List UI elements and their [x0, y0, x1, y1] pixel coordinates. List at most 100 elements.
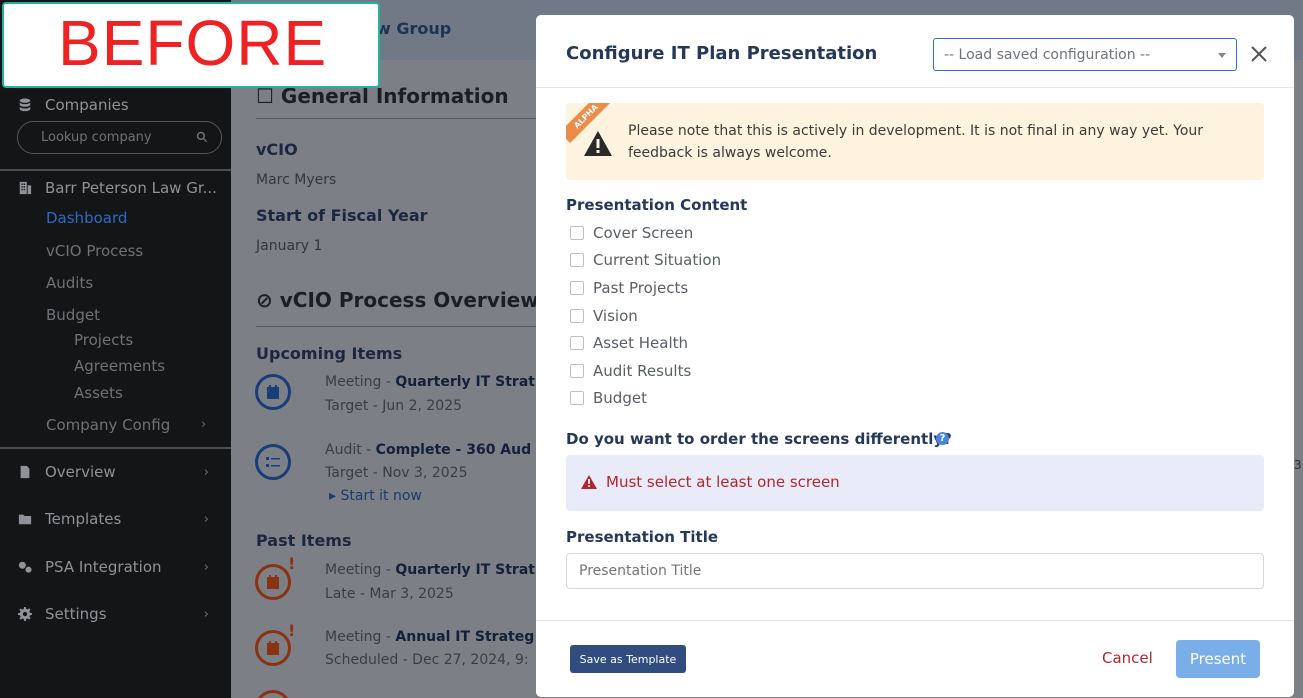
checkbox[interactable] [570, 226, 584, 240]
order-screens-question: Do you want to order the screens differe… [566, 430, 952, 448]
item-type: Meeting - [325, 374, 396, 390]
sidebar-link-projects[interactable]: Projects [74, 331, 133, 349]
vcio-overview-title: vCIO Process Overview [279, 288, 539, 312]
checkbox-label: Audit Results [593, 362, 692, 380]
modal-header: Configure IT Plan Presentation -- Load s… [536, 15, 1294, 88]
warning-icon [581, 475, 597, 489]
sidebar-section-psa-integration[interactable]: PSA Integration › [0, 555, 231, 579]
presentation-title-label: Presentation Title [566, 528, 719, 546]
divider [256, 326, 546, 327]
sidebar-link-audits[interactable]: Audits [46, 274, 93, 292]
item-type: Meeting - [325, 629, 396, 645]
item-type: Meeting - [325, 562, 396, 578]
checkbox[interactable] [570, 281, 584, 295]
checkbox[interactable] [570, 253, 584, 267]
sidebar-companies[interactable]: Companies [0, 93, 231, 117]
present-button[interactable]: Present [1176, 640, 1260, 678]
past-items-heading: Past Items [256, 531, 352, 550]
checkbox-audit-results[interactable]: Audit Results [570, 362, 691, 380]
exclamation-icon: ! [288, 621, 296, 640]
checkbox-budget[interactable]: Budget [570, 389, 647, 407]
chevron-right-icon: › [203, 511, 209, 527]
checkbox[interactable] [570, 391, 584, 405]
close-icon[interactable] [1248, 43, 1270, 65]
chevron-right-icon: › [201, 417, 207, 432]
start-it-now-label: Start it now [340, 488, 422, 504]
item-name: Quarterly IT Strat [395, 374, 535, 390]
sidebar-section-templates[interactable]: Templates › [0, 507, 231, 531]
sidebar-link-assets[interactable]: Assets [74, 384, 123, 402]
play-icon: ▸ [329, 488, 341, 504]
checkbox-label: Vision [593, 307, 638, 325]
checkbox-vision[interactable]: Vision [570, 307, 638, 325]
company-lookup-input[interactable]: Lookup company [17, 121, 222, 154]
checkbox[interactable] [570, 309, 584, 323]
item-date: Late - Mar 3, 2025 [325, 586, 454, 602]
vcio-value: Marc Myers [256, 172, 337, 188]
fiscal-year-label: Start of Fiscal Year [256, 206, 428, 225]
sidebar-section-label: Overview [45, 463, 116, 481]
checklist-icon [255, 444, 291, 480]
item-type: Audit - [325, 442, 376, 458]
item-name: Complete - 360 Aud [375, 442, 532, 458]
compass-icon: ⊘ [256, 288, 280, 312]
modal-title: Configure IT Plan Presentation [566, 43, 878, 64]
alpha-warning-text: Please note that this is actively in dev… [628, 123, 1204, 161]
checkbox-label: Cover Screen [593, 224, 694, 242]
upcoming-item-2[interactable]: Audit - Complete - 360 Aud [325, 442, 531, 458]
item-name: Quarterly IT Strat [395, 562, 535, 578]
checkbox-asset-health[interactable]: Asset Health [570, 334, 688, 352]
company-group-name: w Group [376, 19, 452, 38]
start-it-now-link[interactable]: ▸ Start it now [329, 488, 422, 504]
help-icon[interactable]: ? [936, 432, 949, 445]
alpha-warning-alert: ALPHA Please note that this is actively … [566, 103, 1264, 180]
checkbox[interactable] [570, 336, 584, 350]
sidebar-section-label: PSA Integration [45, 558, 162, 576]
sidebar-link-dashboard[interactable]: Dashboard [46, 209, 127, 227]
sidebar-link-budget[interactable]: Budget [46, 306, 100, 324]
past-item-2[interactable]: Meeting - Annual IT Strateg [325, 629, 534, 645]
load-configuration-value: -- Load saved configuration -- [944, 46, 1151, 63]
presentation-content-label: Presentation Content [566, 196, 748, 214]
gear-icon [18, 607, 32, 621]
edge-value: 3 [1294, 458, 1302, 472]
calendar-clock-icon [255, 690, 291, 698]
checkbox-current-situation[interactable]: Current Situation [570, 251, 721, 269]
search-icon [196, 131, 208, 143]
chevron-right-icon: › [203, 559, 209, 575]
sidebar-companies-label: Companies [45, 96, 129, 114]
sidebar-section-settings[interactable]: Settings › [0, 602, 231, 626]
before-banner-text: BEFORE [58, 7, 328, 79]
sidebar-link-vcio-process[interactable]: vCIO Process [46, 242, 143, 260]
sidebar-company-name: Barr Peterson Law Gr... [45, 179, 217, 197]
calendar-clock-icon [255, 564, 291, 600]
company-lookup-placeholder: Lookup company [41, 130, 152, 145]
load-configuration-select[interactable]: -- Load saved configuration -- [933, 38, 1237, 71]
upcoming-item-1[interactable]: Meeting - Quarterly IT Strat [325, 374, 535, 390]
presentation-title-input[interactable] [566, 553, 1264, 589]
item-name: Annual IT Strateg [395, 629, 535, 645]
item-date: Scheduled - Dec 27, 2024, 9: [325, 652, 529, 668]
save-as-template-button[interactable]: Save as Template [570, 645, 686, 673]
divider [256, 118, 546, 119]
sidebar-company[interactable]: Barr Peterson Law Gr... [0, 176, 231, 200]
vcio-overview-heading: ⊘ vCIO Process Overview [256, 288, 539, 312]
sidebar-link-company-config[interactable]: Company Config [46, 416, 170, 434]
warning-icon [584, 131, 612, 156]
past-item-1[interactable]: Meeting - Quarterly IT Strat [325, 562, 535, 578]
item-date: Target - Nov 3, 2025 [325, 465, 468, 481]
cancel-button[interactable]: Cancel [1102, 649, 1153, 667]
sidebar-section-overview[interactable]: Overview › [0, 460, 231, 484]
checkbox-cover-screen[interactable]: Cover Screen [570, 224, 693, 242]
sidebar-section-label: Templates [45, 510, 122, 528]
vcio-label: vCIO [256, 140, 298, 159]
checkbox[interactable] [570, 364, 584, 378]
modal-footer: Save as Template Cancel Present [536, 620, 1294, 697]
calendar-clock-icon [255, 374, 291, 410]
calendar-clock-icon [255, 630, 291, 666]
checkbox-past-projects[interactable]: Past Projects [570, 279, 688, 297]
fiscal-year-value: January 1 [256, 238, 323, 254]
upcoming-items-heading: Upcoming Items [256, 344, 403, 363]
sidebar-link-agreements[interactable]: Agreements [74, 357, 165, 375]
document-chart-icon [18, 465, 32, 479]
